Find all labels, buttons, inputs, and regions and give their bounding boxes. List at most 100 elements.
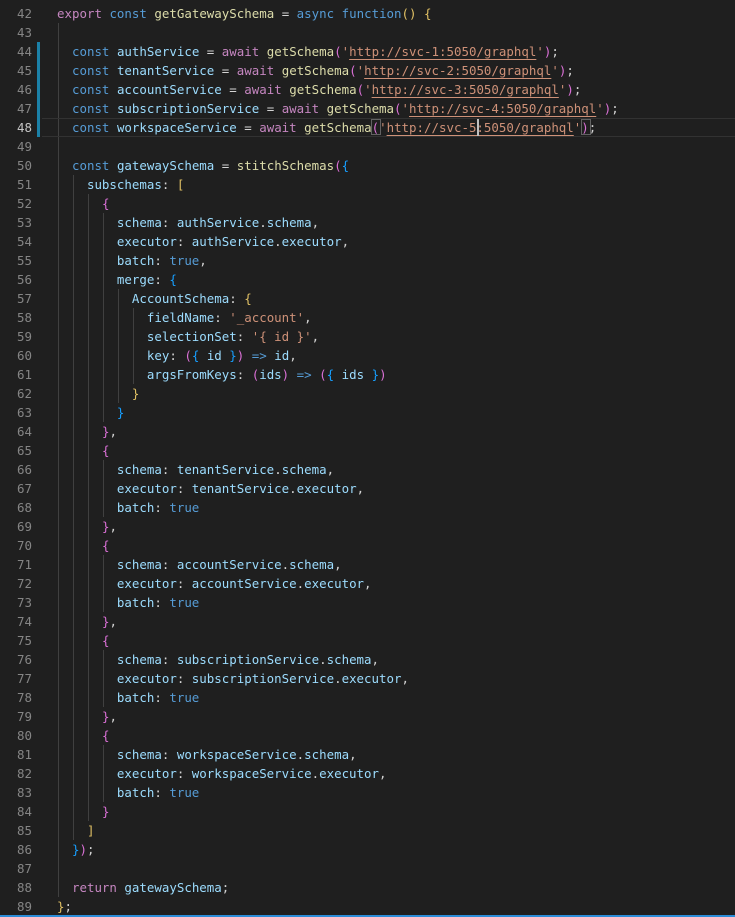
code-line[interactable]: 44 const authService = await getSchema('…: [0, 42, 735, 61]
code-line[interactable]: 48 const workspaceService = await getSch…: [0, 118, 735, 137]
code-text: batch: true: [57, 688, 199, 707]
line-number: 87: [0, 859, 32, 878]
line-number: 72: [0, 574, 32, 593]
code-line[interactable]: 51 subschemas: [: [0, 175, 735, 194]
code-line[interactable]: 53 schema: authService.schema,: [0, 213, 735, 232]
code-text: const subscriptionService = await getSch…: [57, 99, 619, 118]
code-line[interactable]: 68 batch: true: [0, 498, 735, 517]
line-number: 88: [0, 878, 32, 897]
code-line[interactable]: 89};: [0, 897, 735, 916]
code-text: fieldName: '_account',: [57, 308, 312, 327]
code-text: batch: true: [57, 498, 199, 517]
code-text: const accountService = await getSchema('…: [57, 80, 581, 99]
code-text: AccountSchema: {: [57, 289, 252, 308]
code-line[interactable]: 61 argsFromKeys: (ids) => ({ ids }): [0, 365, 735, 384]
line-number: 70: [0, 536, 32, 555]
code-line[interactable]: 66 schema: tenantService.schema,: [0, 460, 735, 479]
code-line[interactable]: 79 },: [0, 707, 735, 726]
code-line[interactable]: 76 schema: subscriptionService.schema,: [0, 650, 735, 669]
code-line[interactable]: 87: [0, 859, 735, 878]
line-number: 67: [0, 479, 32, 498]
line-number: 65: [0, 441, 32, 460]
code-text: schema: tenantService.schema,: [57, 460, 334, 479]
code-line[interactable]: 42 export const getGatewaySchema = async …: [0, 4, 735, 23]
code-line[interactable]: 77 executor: subscriptionService.executo…: [0, 669, 735, 688]
code-text: }: [57, 403, 124, 422]
code-line[interactable]: 78 batch: true: [0, 688, 735, 707]
code-text: }: [57, 802, 109, 821]
code-line[interactable]: 85 ]: [0, 821, 735, 840]
code-line[interactable]: 67 executor: tenantService.executor,: [0, 479, 735, 498]
code-line[interactable]: 43: [0, 23, 735, 42]
line-number: 52: [0, 194, 32, 213]
code-line[interactable]: 55 batch: true,: [0, 251, 735, 270]
code-line[interactable]: 46 const accountService = await getSchem…: [0, 80, 735, 99]
line-number: 77: [0, 669, 32, 688]
code-line[interactable]: 81 schema: workspaceService.schema,: [0, 745, 735, 764]
code-text: ]: [57, 821, 94, 840]
line-number: 83: [0, 783, 32, 802]
code-text: });: [57, 840, 94, 859]
code-line[interactable]: 47 const subscriptionService = await get…: [0, 99, 735, 118]
code-line[interactable]: 50 const gatewaySchema = stitchSchemas({: [0, 156, 735, 175]
code-text: batch: true: [57, 593, 199, 612]
indent-guide: [58, 23, 59, 42]
code-line[interactable]: 72 executor: accountService.executor,: [0, 574, 735, 593]
line-number: 43: [0, 23, 32, 42]
line-number: 86: [0, 840, 32, 859]
code-line[interactable]: 54 executor: authService.executor,: [0, 232, 735, 251]
code-line[interactable]: 74 },: [0, 612, 735, 631]
line-number: 54: [0, 232, 32, 251]
line-number: 75: [0, 631, 32, 650]
code-line[interactable]: 65 {: [0, 441, 735, 460]
line-number: 44: [0, 42, 32, 61]
code-text: }: [57, 384, 139, 403]
code-line[interactable]: 62 }: [0, 384, 735, 403]
code-line[interactable]: 56 merge: {: [0, 270, 735, 289]
code-line[interactable]: 63 }: [0, 403, 735, 422]
code-text: },: [57, 422, 117, 441]
code-text: export const getGatewaySchema = async fu…: [57, 4, 432, 23]
code-line[interactable]: 86 });: [0, 840, 735, 859]
code-text: executor: accountService.executor,: [57, 574, 372, 593]
code-line[interactable]: 69 },: [0, 517, 735, 536]
code-line[interactable]: 64 },: [0, 422, 735, 441]
code-line[interactable]: 71 schema: accountService.schema,: [0, 555, 735, 574]
code-text: argsFromKeys: (ids) => ({ ids }): [57, 365, 387, 384]
code-line[interactable]: 45 const tenantService = await getSchema…: [0, 61, 735, 80]
line-number: 49: [0, 137, 32, 156]
code-text: schema: subscriptionService.schema,: [57, 650, 379, 669]
line-number: 61: [0, 365, 32, 384]
code-text: };: [57, 897, 72, 916]
code-text: schema: workspaceService.schema,: [57, 745, 357, 764]
code-text: key: ({ id }) => id,: [57, 346, 297, 365]
code-line[interactable]: 83 batch: true: [0, 783, 735, 802]
line-number: 85: [0, 821, 32, 840]
code-text: {: [57, 441, 109, 460]
code-line[interactable]: 57 AccountSchema: {: [0, 289, 735, 308]
code-line[interactable]: 58 fieldName: '_account',: [0, 308, 735, 327]
code-text: const workspaceService = await getSchema…: [57, 118, 596, 137]
code-line[interactable]: 73 batch: true: [0, 593, 735, 612]
code-line[interactable]: 88 return gatewaySchema;: [0, 878, 735, 897]
line-number: 47: [0, 99, 32, 118]
code-lines-container[interactable]: 42 export const getGatewaySchema = async …: [0, 4, 735, 916]
code-line[interactable]: 49: [0, 137, 735, 156]
code-line[interactable]: 80 {: [0, 726, 735, 745]
code-line[interactable]: 52 {: [0, 194, 735, 213]
line-number: 73: [0, 593, 32, 612]
code-text: executor: tenantService.executor,: [57, 479, 364, 498]
line-number: 45: [0, 61, 32, 80]
code-line[interactable]: 75 {: [0, 631, 735, 650]
line-number: 66: [0, 460, 32, 479]
code-line[interactable]: 70 {: [0, 536, 735, 555]
code-line[interactable]: 59 selectionSet: '{ id }',: [0, 327, 735, 346]
code-line[interactable]: 60 key: ({ id }) => id,: [0, 346, 735, 365]
line-number: 42: [0, 4, 32, 23]
code-line[interactable]: 84 }: [0, 802, 735, 821]
line-number: 51: [0, 175, 32, 194]
code-line[interactable]: 82 executor: workspaceService.executor,: [0, 764, 735, 783]
line-number: 57: [0, 289, 32, 308]
code-text: batch: true,: [57, 251, 207, 270]
code-editor[interactable]: 42 export const getGatewaySchema = async …: [0, 0, 735, 917]
